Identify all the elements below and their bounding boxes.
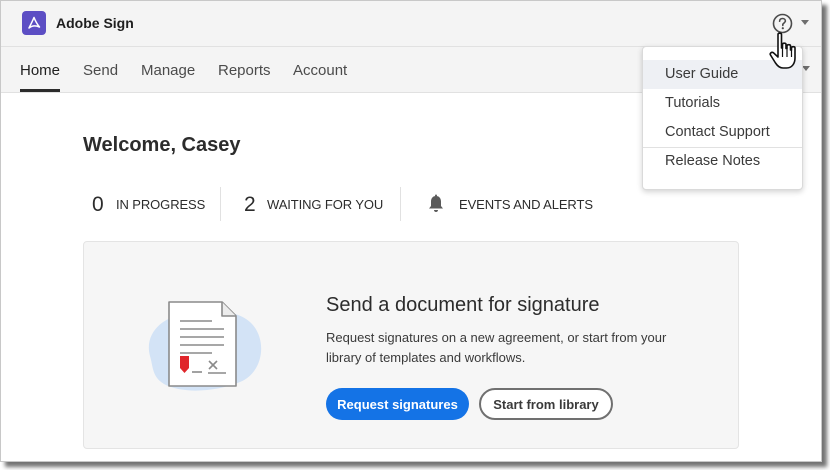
request-signatures-button[interactable]: Request signatures <box>326 388 469 420</box>
document-signature-illustration-icon <box>142 294 267 394</box>
in-progress-label[interactable]: IN PROGRESS <box>116 197 205 212</box>
menu-item-contact-support[interactable]: Contact Support <box>643 118 802 147</box>
tab-send[interactable]: Send <box>83 62 118 79</box>
tab-home[interactable]: Home <box>20 62 60 79</box>
chevron-down-icon[interactable] <box>802 66 810 71</box>
stat-divider <box>220 187 221 221</box>
app-header: Adobe Sign <box>1 1 821 47</box>
menu-item-release-notes[interactable]: Release Notes <box>643 147 802 176</box>
start-from-library-button[interactable]: Start from library <box>479 388 613 420</box>
tab-reports[interactable]: Reports <box>218 62 271 79</box>
menu-item-tutorials[interactable]: Tutorials <box>643 89 802 118</box>
app-title: Adobe Sign <box>56 15 134 31</box>
active-tab-indicator <box>20 89 60 92</box>
in-progress-count[interactable]: 0 <box>92 193 104 217</box>
card-title: Send a document for signature <box>326 294 600 316</box>
waiting-for-you-count[interactable]: 2 <box>244 193 256 217</box>
hand-pointer-cursor-icon <box>767 31 801 71</box>
stat-divider <box>400 187 401 221</box>
tab-account[interactable]: Account <box>293 62 347 79</box>
app-window: Adobe Sign Home Send Manage Reports Acco… <box>0 0 822 462</box>
tab-manage[interactable]: Manage <box>141 62 195 79</box>
help-chevron-down-icon[interactable] <box>801 20 809 25</box>
events-and-alerts-label[interactable]: EVENTS AND ALERTS <box>459 197 593 212</box>
send-document-card: Send a document for signature Request si… <box>83 241 739 449</box>
card-description: Request signatures on a new agreement, o… <box>326 330 667 365</box>
waiting-for-you-label[interactable]: WAITING FOR YOU <box>267 197 383 212</box>
bell-icon[interactable] <box>427 194 445 214</box>
adobe-sign-logo-icon[interactable] <box>22 11 46 35</box>
welcome-heading: Welcome, Casey <box>83 134 241 156</box>
